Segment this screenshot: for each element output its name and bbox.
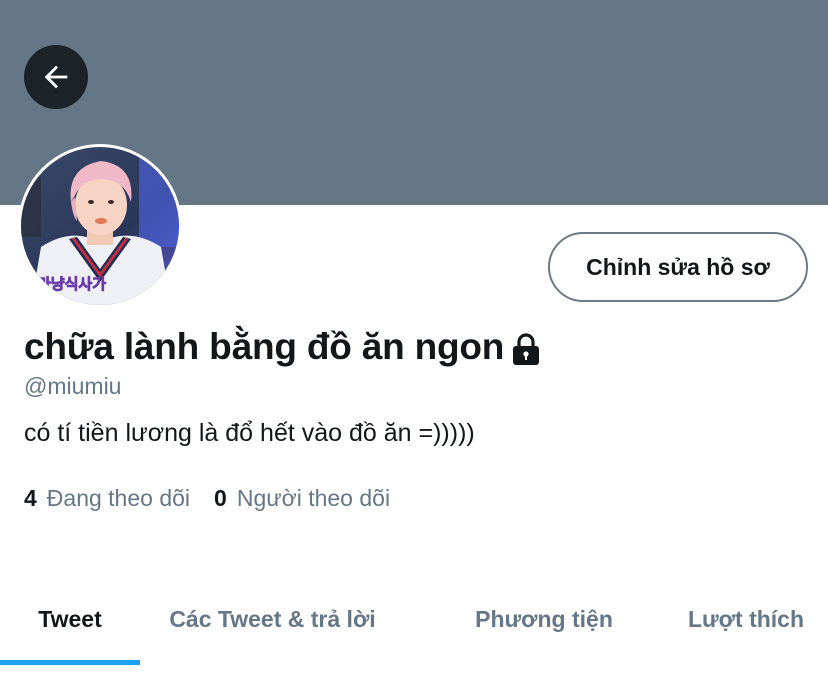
tab-media[interactable]: Phương tiện bbox=[430, 575, 658, 663]
name-row: chữa lành bằng đồ ăn ngon bbox=[24, 326, 542, 368]
followers-link[interactable]: 0 Người theo dõi bbox=[214, 485, 390, 512]
profile-handle: @miumiu bbox=[24, 373, 122, 399]
tab-tweets[interactable]: Tweet bbox=[0, 575, 140, 663]
followers-label: Người theo dõi bbox=[236, 485, 391, 511]
tab-likes[interactable]: Lượt thích bbox=[670, 575, 822, 663]
tab-tweets-and-replies[interactable]: Các Tweet & trả lời bbox=[140, 575, 405, 663]
profile-tabs: Tweet Các Tweet & trả lời Phương tiện Lư… bbox=[0, 575, 828, 665]
arrow-left-icon bbox=[44, 65, 68, 89]
active-tab-indicator bbox=[0, 660, 140, 665]
edit-profile-button[interactable]: Chỉnh sửa hồ sơ bbox=[548, 232, 808, 302]
back-button[interactable] bbox=[24, 45, 88, 109]
following-label: Đang theo dõi bbox=[46, 485, 191, 511]
avatar[interactable]: 마냥식사가 bbox=[18, 144, 182, 308]
lock-icon bbox=[510, 332, 542, 366]
following-link[interactable]: 4 Đang theo dõi bbox=[24, 485, 190, 512]
profile-bio: có tí tiền lương là đổ hết vào đồ ăn =))… bbox=[24, 419, 475, 447]
follow-stats: 4 Đang theo dõi 0 Người theo dõi bbox=[24, 485, 414, 512]
avatar-caption: 마냥식사가 bbox=[37, 275, 106, 293]
following-count: 4 bbox=[24, 485, 37, 511]
display-name: chữa lành bằng đồ ăn ngon bbox=[24, 326, 505, 367]
followers-count: 0 bbox=[214, 485, 227, 511]
